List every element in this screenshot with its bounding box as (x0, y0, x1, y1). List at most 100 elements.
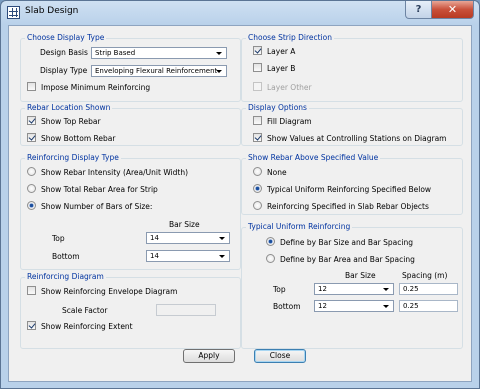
radio-number-of-bars[interactable]: Show Number of Bars of Size: (27, 201, 152, 213)
display-type-value: Enveloping Flexural Reinforcement (95, 67, 218, 75)
show-values-label: Show Values at Controlling Stations on D… (267, 134, 447, 143)
scale-factor-input[interactable] (156, 304, 216, 316)
top-bar-size-value: 14 (150, 234, 159, 242)
checkbox-icon (253, 63, 262, 72)
radio-typical-uniform[interactable]: Typical Uniform Reinforcing Specified Be… (253, 184, 431, 196)
display-type-select[interactable]: Enveloping Flexural Reinforcement (91, 65, 227, 77)
group-display-options: Display Options Fill Diagram Show Values… (241, 103, 463, 146)
group-typical-uniform: Typical Uniform Reinforcing Define by Ba… (241, 222, 463, 349)
group-label: Typical Uniform Reinforcing (246, 222, 353, 232)
show-bottom-rebar-checkbox[interactable]: Show Bottom Rebar (27, 133, 115, 145)
radio-slab-rebar-objects[interactable]: Reinforcing Specified in Slab Rebar Obje… (253, 201, 429, 213)
radio-selected-icon (27, 201, 36, 210)
design-basis-label: Design Basis (40, 48, 88, 57)
radio-icon (253, 167, 262, 176)
window-title: Slab Design (25, 6, 79, 16)
show-envelope-label: Show Reinforcing Envelope Diagram (41, 287, 178, 296)
impose-min-label: Impose Minimum Reinforcing (41, 83, 151, 92)
bottom-label: Bottom (273, 302, 301, 311)
radio-bar-area-spacing[interactable]: Define by Bar Area and Bar Spacing (266, 254, 415, 266)
show-bottom-rebar-label: Show Bottom Rebar (41, 134, 116, 143)
design-basis-select[interactable]: Strip Based (91, 47, 227, 59)
group-rebar-above: Show Rebar Above Specified Value None Ty… (241, 153, 463, 215)
radio-icon (266, 254, 275, 263)
bar-area-spacing-label: Define by Bar Area and Bar Spacing (280, 255, 415, 264)
bottom-bar-size-select[interactable]: 12 (314, 300, 394, 312)
bar-size-header: Bar Size (169, 220, 200, 229)
top-label: Top (52, 234, 65, 243)
typical-uniform-label: Typical Uniform Reinforcing Specified Be… (267, 185, 432, 194)
group-rebar-location: Rebar Location Shown Show Top Rebar Show… (20, 103, 241, 146)
radio-icon (27, 167, 36, 176)
title-bar[interactable]: Slab Design ? ✕ (1, 1, 479, 25)
spacing-header: Spacing (m) (402, 271, 448, 280)
checkbox-icon (27, 286, 36, 295)
fill-diagram-label: Fill Diagram (267, 117, 312, 126)
fill-diagram-checkbox[interactable]: Fill Diagram (253, 116, 312, 128)
group-label: Display Options (246, 103, 309, 113)
dropdown-arrow-icon (383, 305, 389, 308)
design-basis-value: Strip Based (95, 49, 136, 57)
group-label: Show Rebar Above Specified Value (246, 153, 381, 163)
layer-a-checkbox[interactable]: Layer A (253, 46, 295, 58)
display-type-label: Display Type (40, 66, 88, 75)
radio-icon (27, 184, 36, 193)
apply-button[interactable]: Apply (183, 349, 235, 363)
layer-b-label: Layer B (267, 64, 296, 73)
top-bar-size-select[interactable]: 12 (314, 283, 394, 295)
bottom-label: Bottom (52, 252, 80, 261)
scale-factor-label: Scale Factor (62, 306, 108, 315)
radio-bar-size-spacing[interactable]: Define by Bar Size and Bar Spacing (266, 237, 413, 249)
bottom-bar-size-select[interactable]: 14 (146, 250, 230, 262)
close-icon: ✕ (447, 3, 458, 16)
help-button[interactable]: ? (405, 1, 432, 19)
checkbox-checked-icon (27, 116, 36, 125)
checkbox-checked-icon (27, 133, 36, 142)
top-bar-size-select[interactable]: 14 (146, 232, 230, 244)
top-spacing-value: 0.25 (403, 285, 419, 293)
checkbox-checked-icon (27, 321, 36, 330)
dropdown-arrow-icon (216, 70, 222, 73)
top-bar-size-value: 12 (318, 285, 327, 293)
bottom-spacing-input[interactable]: 0.25 (399, 300, 458, 312)
bar-size-header: Bar Size (345, 271, 376, 280)
layer-a-label: Layer A (267, 47, 296, 56)
total-rebar-area-label: Show Total Rebar Area for Strip (41, 185, 158, 194)
group-strip-direction: Choose Strip Direction Layer A Layer B L… (241, 33, 463, 102)
radio-total-rebar-area[interactable]: Show Total Rebar Area for Strip (27, 184, 158, 196)
show-top-rebar-checkbox[interactable]: Show Top Rebar (27, 116, 101, 128)
layer-other-label: Layer Other (267, 83, 312, 92)
close-window-button[interactable]: ✕ (431, 1, 474, 19)
bottom-bar-size-value: 12 (318, 302, 327, 310)
slab-design-window: Slab Design ? ✕ Choose Display Type Desi… (0, 0, 480, 389)
top-spacing-input[interactable]: 0.25 (399, 283, 458, 295)
group-display-type: Choose Display Type Design Basis Strip B… (20, 33, 241, 102)
checkbox-icon (253, 116, 262, 125)
show-values-checkbox[interactable]: Show Values at Controlling Stations on D… (253, 133, 447, 145)
radio-rebar-intensity[interactable]: Show Rebar Intensity (Area/Unit Width) (27, 167, 188, 179)
group-label: Choose Strip Direction (246, 33, 334, 43)
radio-icon (253, 201, 262, 210)
group-label: Rebar Location Shown (25, 103, 113, 113)
top-label: Top (273, 285, 286, 294)
group-label: Reinforcing Diagram (25, 272, 106, 282)
checkbox-checked-icon (253, 133, 262, 142)
radio-selected-icon (253, 184, 262, 193)
number-of-bars-label: Show Number of Bars of Size: (41, 202, 153, 211)
radio-selected-icon (266, 237, 275, 246)
show-envelope-checkbox[interactable]: Show Reinforcing Envelope Diagram (27, 286, 177, 298)
checkbox-icon (27, 82, 36, 91)
bottom-spacing-value: 0.25 (403, 302, 419, 310)
show-extent-checkbox[interactable]: Show Reinforcing Extent (27, 321, 133, 333)
impose-min-checkbox[interactable]: Impose Minimum Reinforcing (27, 82, 150, 94)
close-button[interactable]: Close (254, 349, 306, 363)
bottom-bar-size-value: 14 (150, 252, 159, 260)
dropdown-arrow-icon (216, 52, 222, 55)
dropdown-arrow-icon (219, 255, 225, 258)
radio-none[interactable]: None (253, 167, 287, 179)
layer-other-checkbox: Layer Other (253, 82, 312, 94)
checkbox-disabled-icon (253, 82, 262, 91)
show-extent-label: Show Reinforcing Extent (41, 322, 133, 331)
show-top-rebar-label: Show Top Rebar (41, 117, 101, 126)
layer-b-checkbox[interactable]: Layer B (253, 63, 295, 75)
